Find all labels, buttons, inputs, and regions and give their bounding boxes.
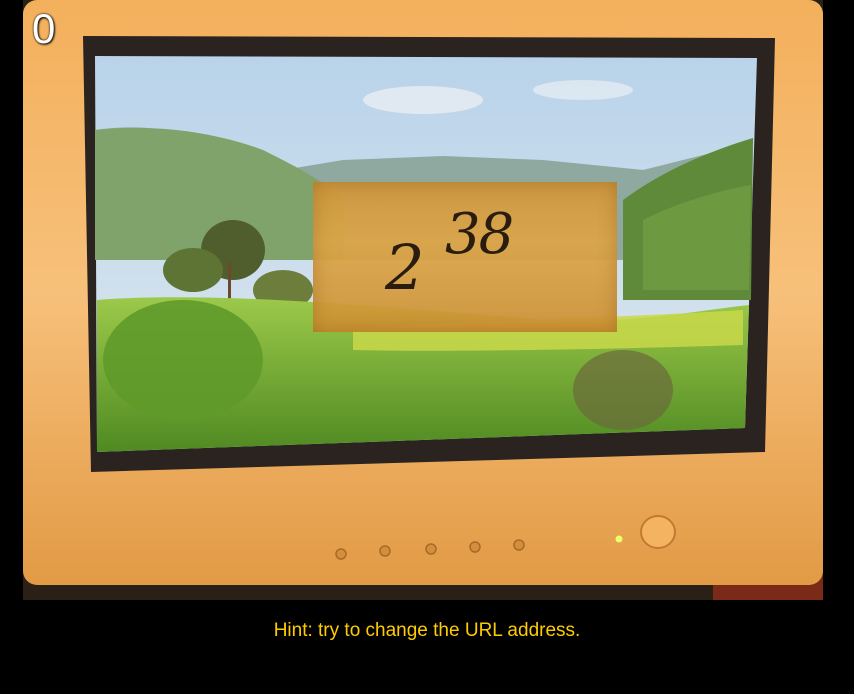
hint-text: Hint: try to change the URL address.: [273, 620, 581, 641]
puzzle-exponent: 38: [445, 202, 514, 267]
level-number: 0: [32, 5, 56, 52]
puzzle-card: 2 38: [313, 182, 617, 332]
puzzle-photo: 2 38: [23, 0, 823, 600]
puzzle-base: 2: [385, 231, 425, 304]
